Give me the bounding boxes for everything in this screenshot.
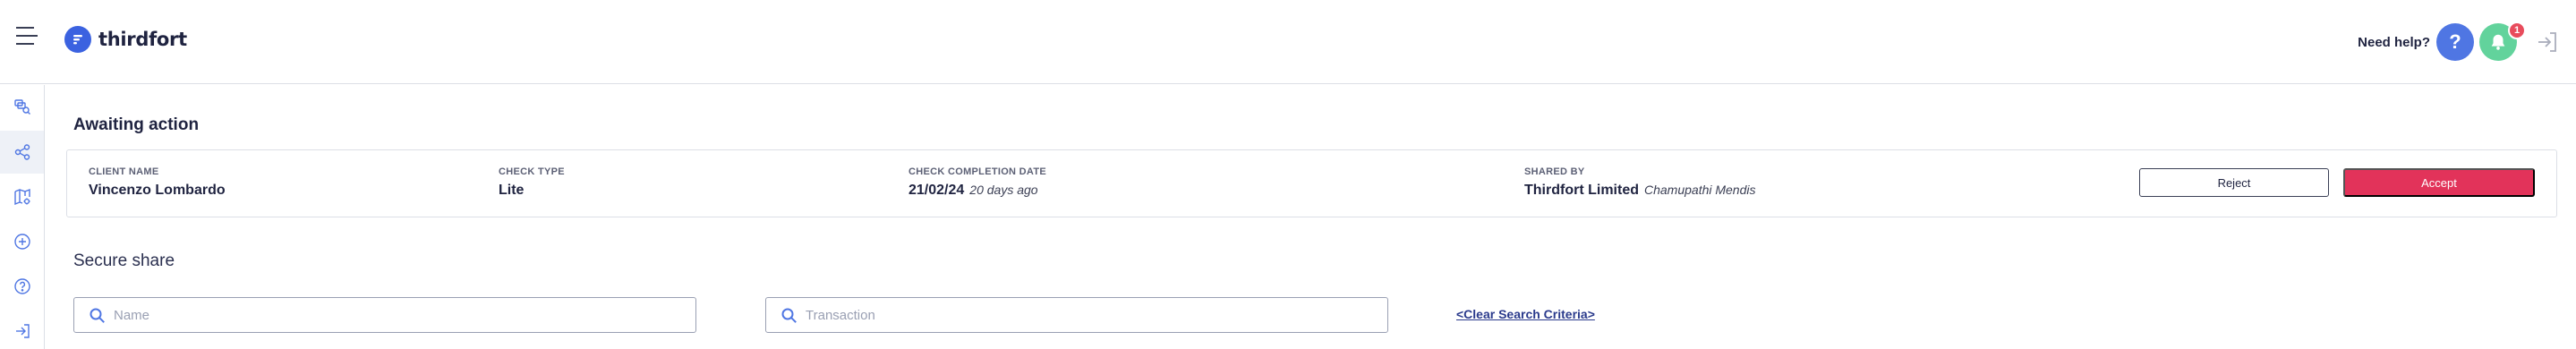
completion-date-label: CHECK COMPLETION DATE [908,166,1046,177]
search-documents-icon [13,99,30,115]
share-icon [14,144,30,160]
completion-relative-time: 20 days ago [969,183,1038,197]
top-bar: thirdfort Need help? ? 1 [0,0,2576,84]
completion-date-value: 21/02/24 20 days ago [908,183,1046,199]
check-type-label: CHECK TYPE [499,166,565,177]
logout-icon [2538,32,2556,52]
shared-by-field: SHARED BY Thirdfort Limited Chamupathi Me… [1524,166,1756,199]
help-circle-icon [13,278,30,294]
sidebar-item-secure-share[interactable] [0,131,44,174]
bell-icon [2491,34,2505,50]
shared-by-value: Thirdfort Limited Chamupathi Mendis [1524,183,1756,199]
client-name-field: CLIENT NAME Vincenzo Lombardo [89,166,226,199]
need-help-label[interactable]: Need help? [2358,35,2430,50]
shared-by-person: Chamupathi Mendis [1643,183,1756,197]
shared-by-label: SHARED BY [1524,166,1585,177]
help-button[interactable]: ? [2436,23,2474,61]
name-search-box [73,297,696,333]
map-settings-icon [13,188,30,206]
brand-logo[interactable]: thirdfort [64,26,187,53]
awaiting-action-card: CLIENT NAME Vincenzo Lombardo CHECK TYPE… [66,149,2557,217]
plus-circle-icon [13,234,30,250]
reject-button[interactable]: Reject [2139,168,2329,197]
completion-date: 21/02/24 [908,183,965,198]
name-search-input[interactable] [114,298,687,332]
sidebar-item-new-check[interactable] [0,220,44,263]
awaiting-action-title: Awaiting action [73,115,200,134]
sidebar [0,85,45,349]
shared-by-company: Thirdfort Limited [1524,183,1639,198]
sidebar-item-logout[interactable] [0,310,44,349]
search-icon [90,308,105,323]
client-name-value: Vincenzo Lombardo [89,183,226,198]
search-icon [781,308,797,323]
logout-top-button[interactable] [2535,30,2560,55]
sidebar-item-checks[interactable] [0,85,44,128]
check-type-value: Lite [499,183,525,198]
completion-date-field: CHECK COMPLETION DATE 21/02/24 20 days ag… [908,166,1046,199]
sidebar-item-help[interactable] [0,265,44,308]
question-icon: ? [2449,30,2461,53]
brand-name: thirdfort [98,29,187,50]
main-content: Awaiting action CLIENT NAME Vincenzo Lom… [45,85,2576,349]
clear-search-criteria-link[interactable]: <Clear Search Criteria> [1456,307,1595,321]
accept-button[interactable]: Accept [2343,168,2535,197]
transaction-search-box [765,297,1388,333]
thirdfort-logo-icon [64,26,91,53]
transaction-search-input[interactable] [806,298,1378,332]
notification-count-badge: 1 [2508,21,2526,39]
client-name-label: CLIENT NAME [89,166,159,177]
secure-share-title: Secure share [73,251,175,270]
sidebar-item-map-settings[interactable] [0,175,44,218]
menu-icon[interactable] [16,27,38,47]
check-type-field: CHECK TYPE Lite [499,166,565,199]
logout-icon [15,324,30,338]
